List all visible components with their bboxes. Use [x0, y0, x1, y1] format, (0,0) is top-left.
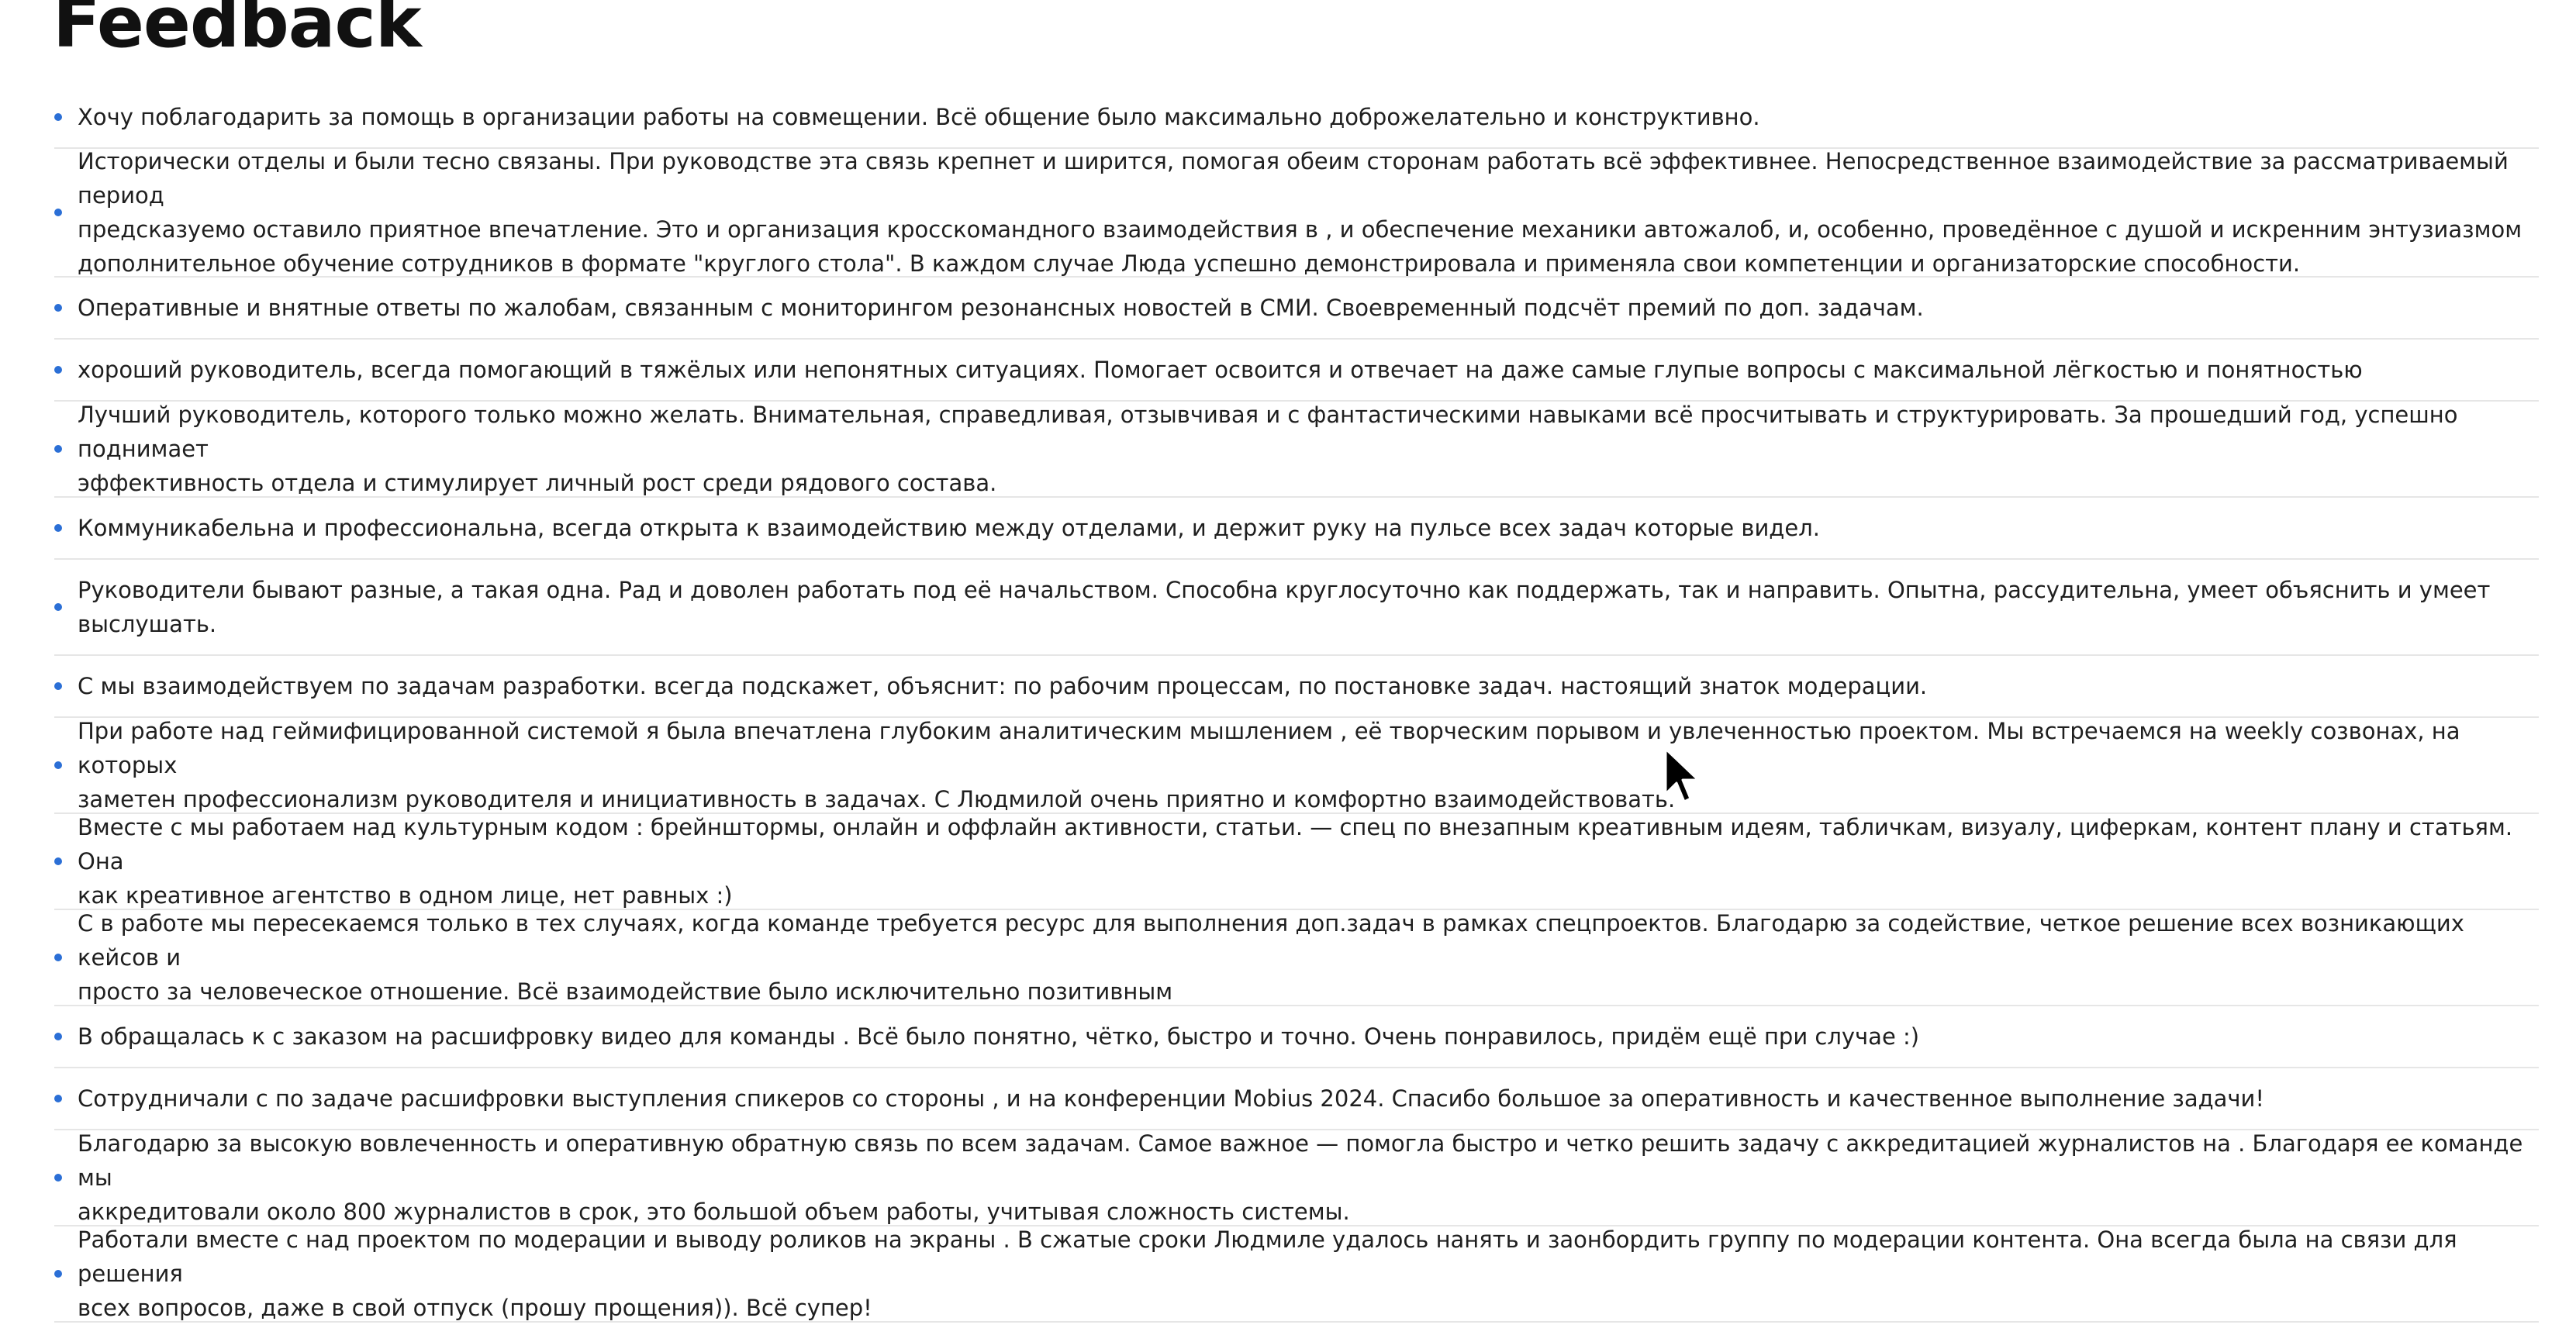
feedback-item: Работали вместе с над проектом по модера…	[54, 1226, 2539, 1323]
mouse-pointer-icon	[1664, 747, 1700, 803]
feedback-item: При работе над геймифицированной системо…	[54, 718, 2539, 814]
feedback-text: Хочу поблагодарить за помощь в организац…	[78, 1336, 1760, 1342]
feedback-text: Сотрудничали с по задаче расшифровки выс…	[78, 1085, 2265, 1112]
feedback-item: Лучший руководитель, которого только мож…	[54, 402, 2539, 498]
feedback-text: С мы взаимодействуем по задачам разработ…	[78, 673, 1928, 699]
feedback-item: Благодарю за высокую вовлеченность и опе…	[54, 1130, 2539, 1226]
bullet-icon	[54, 1095, 62, 1102]
feedback-item: Сотрудничали с по задаче расшифровки выс…	[54, 1068, 2539, 1130]
feedback-text: Руководители бывают разные, а такая одна…	[78, 577, 2491, 637]
feedback-list: Хочу поблагодарить за помощь в организац…	[0, 87, 2576, 1342]
bullet-icon	[54, 366, 62, 374]
bullet-icon	[54, 761, 62, 769]
feedback-text: При работе над геймифицированной системо…	[78, 718, 2460, 812]
feedback-text: Работали вместе с над проектом по модера…	[78, 1226, 2457, 1321]
bullet-icon	[54, 603, 62, 611]
bullet-icon	[54, 524, 62, 532]
feedback-text: Вместе с мы работаем над культурным кодо…	[78, 814, 2513, 909]
feedback-item: хороший руководитель, всегда помогающий …	[54, 340, 2539, 402]
feedback-text: С в работе мы пересекаемся только в тех …	[78, 910, 2464, 1005]
bullet-icon	[54, 113, 62, 121]
bullet-icon	[54, 954, 62, 961]
bullet-icon	[54, 209, 62, 216]
feedback-item: Хочу поблагодарить за помощь в организац…	[54, 1323, 2539, 1342]
bullet-icon	[54, 1270, 62, 1278]
feedback-item: Руководители бывают разные, а такая одна…	[54, 560, 2539, 656]
bullet-icon	[54, 445, 62, 453]
feedback-item: Вместе с мы работаем над культурным кодо…	[54, 814, 2539, 910]
feedback-item: С мы взаимодействуем по задачам разработ…	[54, 656, 2539, 718]
feedback-item: Исторически отделы и были тесно связаны.…	[54, 148, 2539, 278]
feedback-item: С в работе мы пересекаемся только в тех …	[54, 910, 2539, 1006]
feedback-item: Оперативные и внятные ответы по жалобам,…	[54, 278, 2539, 340]
feedback-text: Оперативные и внятные ответы по жалобам,…	[78, 295, 1924, 321]
feedback-item: Коммуникабельна и профессиональна, всегд…	[54, 498, 2539, 560]
bullet-icon	[54, 1033, 62, 1040]
feedback-text: Лучший руководитель, которого только мож…	[78, 402, 2458, 496]
feedback-item: Хочу поблагодарить за помощь в организац…	[54, 87, 2539, 149]
page-title: Feedback	[53, 0, 422, 64]
bullet-icon	[54, 857, 62, 865]
feedback-text: Исторически отделы и были тесно связаны.…	[78, 148, 2522, 277]
bullet-icon	[54, 1174, 62, 1182]
feedback-item: В обращалась к с заказом на расшифровку …	[54, 1006, 2539, 1068]
feedback-text: Хочу поблагодарить за помощь в организац…	[78, 104, 1760, 130]
feedback-text: В обращалась к с заказом на расшифровку …	[78, 1023, 1920, 1050]
bullet-icon	[54, 682, 62, 690]
feedback-text: хороший руководитель, всегда помогающий …	[78, 357, 2363, 383]
feedback-text: Благодарю за высокую вовлеченность и опе…	[78, 1130, 2523, 1225]
feedback-text: Коммуникабельна и профессиональна, всегд…	[78, 515, 1820, 541]
bullet-icon	[54, 304, 62, 312]
